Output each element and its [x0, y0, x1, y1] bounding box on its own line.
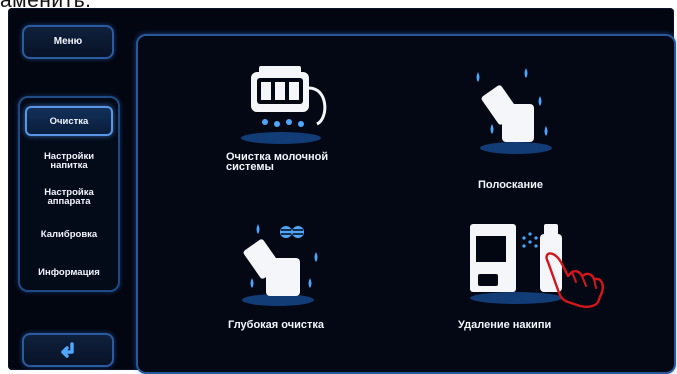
sidebar-item-drink-settings[interactable]: Настройки напитка [26, 151, 112, 171]
sidebar-item-label: Калибровка [40, 229, 98, 240]
sidebar-item-label: Настройка аппарата [44, 187, 94, 207]
tile-rinsing[interactable]: Полоскание [438, 56, 658, 206]
sidebar-item-machine-settings[interactable]: Настройка аппарата [26, 187, 112, 207]
tile-deep-cleaning-label: Глубокая очистка [228, 319, 324, 331]
tile-descaling-label: Удаление накипи [458, 319, 552, 331]
cleaning-panel: Очистка молочной системы Полоскание Глуб… [136, 34, 676, 374]
sidebar-item-label: Настройки напитка [43, 151, 95, 171]
menu-button[interactable]: Меню [22, 25, 114, 59]
tile-descaling[interactable]: Удаление накипи [438, 216, 658, 366]
tile-rinsing-label: Полоскание [478, 179, 544, 191]
machine-display: Меню Очистка Настройки напитка Настройка… [8, 8, 676, 374]
sidebar-item-information[interactable]: Информация [26, 267, 112, 278]
tile-milk-system-cleaning[interactable]: Очистка молочной системы [178, 56, 378, 206]
sidebar-item-label: Информация [38, 267, 100, 278]
deep-cleaning-icon [242, 224, 318, 306]
milk-system-cleaning-icon [241, 66, 327, 144]
back-arrow-icon [61, 342, 74, 358]
sidebar-item-label: Очистка [49, 115, 89, 127]
sidebar-item-calibration[interactable]: Калибровка [26, 229, 112, 240]
sidebar-item-cleaning[interactable]: Очистка [25, 106, 113, 136]
tile-milk-system-cleaning-label: Очистка молочной системы [226, 151, 329, 173]
back-button[interactable] [22, 333, 114, 367]
pointer-hand-icon [545, 252, 604, 308]
tile-deep-cleaning[interactable]: Глубокая очистка [178, 216, 398, 366]
rinsing-icon [476, 68, 552, 154]
sidebar: Очистка Настройки напитка Настройка аппа… [18, 96, 120, 292]
